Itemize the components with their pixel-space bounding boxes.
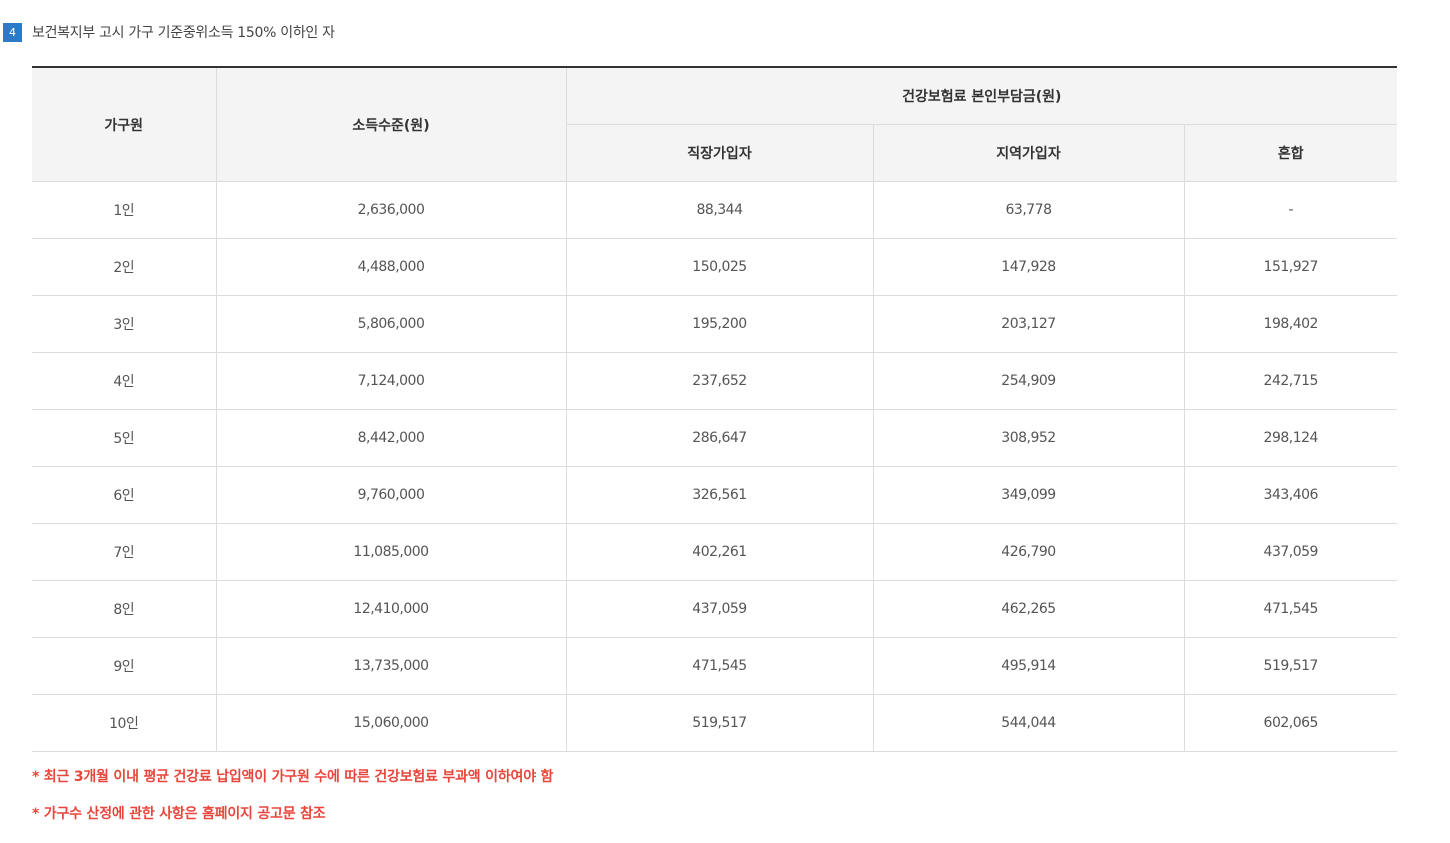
header-household: 가구원: [32, 67, 217, 182]
table-row: 6인 9,760,000 326,561 349,099 343,406: [32, 466, 1398, 524]
table-row: 4인 7,124,000 237,652 254,909 242,715: [32, 352, 1398, 410]
table-row: 2인 4,488,000 150,025 147,928 151,927: [32, 238, 1398, 296]
cell-mixed: 198,402: [1184, 295, 1398, 353]
cell-members: 5인: [32, 409, 217, 467]
cell-members: 4인: [32, 352, 217, 410]
cell-income: 8,442,000: [216, 409, 567, 467]
cell-regional: 462,265: [873, 580, 1185, 638]
cell-employee: 237,652: [566, 352, 874, 410]
cell-regional: 349,099: [873, 466, 1185, 524]
table-body: 1인 2,636,000 88,344 63,778-2인 4,488,000 150,0…: [32, 181, 1398, 752]
cell-members: 2인: [32, 238, 217, 296]
cell-mixed: 519,517: [1184, 637, 1398, 695]
table-row: 7인 11,085,000 402,261 426,790 437,059: [32, 523, 1398, 581]
cell-employee: 437,059: [566, 580, 874, 638]
cell-employee: 195,200: [566, 295, 874, 353]
cell-regional: 495,914: [873, 637, 1185, 695]
cell-employee: 402,261: [566, 523, 874, 581]
cell-income: 12,410,000: [216, 580, 567, 638]
header-employee: 직장가입자: [566, 124, 874, 182]
cell-employee: 471,545: [566, 637, 874, 695]
table-row: 10인 15,060,000 519,517 544,044 602,065: [32, 694, 1398, 752]
cell-income: 9,760,000: [216, 466, 567, 524]
cell-members: 8인: [32, 580, 217, 638]
section-heading: 4 보건복지부 고시 가구 기준중위소득 150% 이하인 자: [3, 22, 335, 42]
cell-employee: 150,025: [566, 238, 874, 296]
cell-mixed: 602,065: [1184, 694, 1398, 752]
cell-members: 3인: [32, 295, 217, 353]
cell-employee: 519,517: [566, 694, 874, 752]
note-item: * 가구수 산정에 관한 사항은 홈페이지 공고문 참조: [32, 806, 326, 822]
cell-mixed: 298,124: [1184, 409, 1398, 467]
cell-regional: 544,044: [873, 694, 1185, 752]
cell-mixed: 437,059: [1184, 523, 1398, 581]
table-row: 3인 5,806,000 195,200 203,127 198,402: [32, 295, 1398, 353]
cell-employee: 326,561: [566, 466, 874, 524]
cell-mixed: 242,715: [1184, 352, 1398, 410]
table-header-row: 가구원 소득수준(원) 건강보험료 본인부담금(원): [32, 67, 1398, 182]
cell-income: 4,488,000: [216, 238, 567, 296]
cell-members: 9인: [32, 637, 217, 695]
cell-income: 2,636,000: [216, 181, 567, 239]
table-row: 9인 13,735,000 471,545 495,914 519,517: [32, 637, 1398, 695]
cell-income: 15,060,000: [216, 694, 567, 752]
cell-income: 11,085,000: [216, 523, 567, 581]
header-premium-group: 건강보험료 본인부담금(원): [566, 67, 1398, 125]
header-regional: 지역가입자: [873, 124, 1185, 182]
table-row: 8인 12,410,000 437,059 462,265 471,545: [32, 580, 1398, 638]
cell-income: 7,124,000: [216, 352, 567, 410]
cell-regional: 147,928: [873, 238, 1185, 296]
income-premium-table: 가구원 소득수준(원) 건강보험료 본인부담금(원) 직장가입자 지역가입자 혼…: [32, 66, 1398, 752]
section-title: 보건복지부 고시 가구 기준중위소득 150% 이하인 자: [32, 25, 335, 41]
cell-regional: 63,778: [873, 181, 1185, 239]
cell-income: 5,806,000: [216, 295, 567, 353]
cell-employee: 286,647: [566, 409, 874, 467]
header-income: 소득수준(원): [216, 67, 567, 182]
cell-regional: 203,127: [873, 295, 1185, 353]
cell-regional: 426,790: [873, 523, 1185, 581]
table-row: 5인 8,442,000 286,647 308,952 298,124: [32, 409, 1398, 467]
cell-regional: 308,952: [873, 409, 1185, 467]
header-mixed: 혼합: [1184, 124, 1398, 182]
table-row: 1인 2,636,000 88,344 63,778-: [32, 181, 1398, 239]
notes: * 최근 3개월 이내 평균 건강료 납입액이 가구원 수에 따른 건강보험료 …: [32, 766, 553, 840]
cell-income: 13,735,000: [216, 637, 567, 695]
cell-mixed: 471,545: [1184, 580, 1398, 638]
note-item: * 최근 3개월 이내 평균 건강료 납입액이 가구원 수에 따른 건강보험료 …: [32, 769, 554, 785]
cell-members: 6인: [32, 466, 217, 524]
page: 4 보건복지부 고시 가구 기준중위소득 150% 이하인 자 가구원 소득수준…: [0, 0, 1450, 843]
cell-mixed: 151,927: [1184, 238, 1398, 296]
section-number-badge: 4: [3, 22, 22, 42]
cell-regional: 254,909: [873, 352, 1185, 410]
cell-mixed: 343,406: [1184, 466, 1398, 524]
cell-employee: 88,344: [566, 181, 874, 239]
cell-mixed: -: [1184, 181, 1398, 239]
cell-members: 10인: [32, 694, 217, 752]
cell-members: 7인: [32, 523, 217, 581]
cell-members: 1인: [32, 181, 217, 239]
